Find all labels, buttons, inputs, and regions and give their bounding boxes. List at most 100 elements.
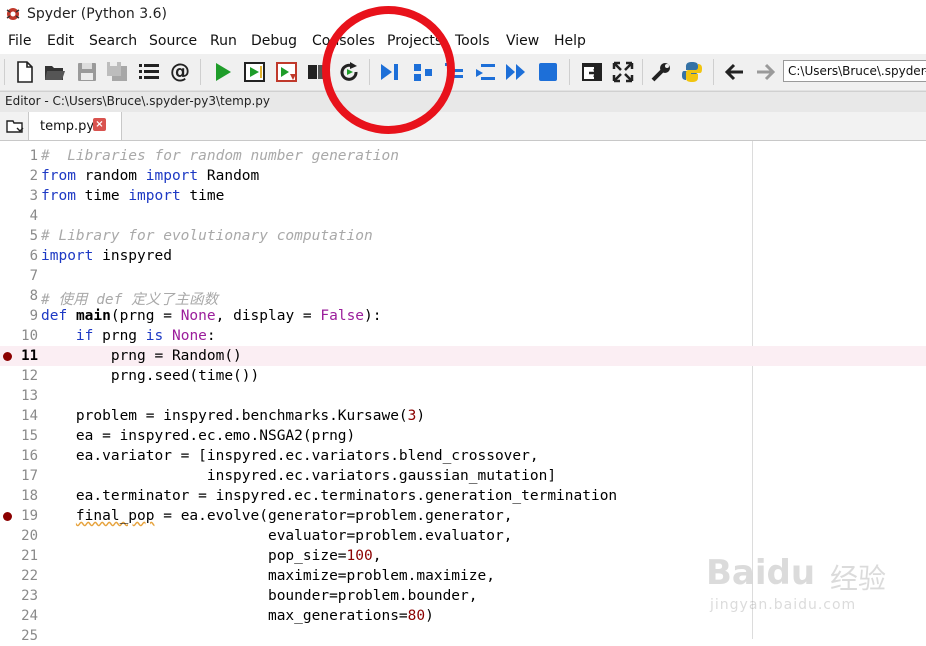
code-text[interactable]: ea.variator = [inspyred.ec.variators.ble…: [41, 448, 539, 464]
line-number: 20: [21, 528, 38, 544]
code-text[interactable]: # Libraries for random number generation: [41, 148, 399, 164]
code-line[interactable]: 7: [0, 266, 926, 286]
step-return-icon[interactable]: [473, 60, 497, 84]
code-text[interactable]: max_generations=80): [41, 608, 434, 624]
line-number: 13: [21, 388, 38, 404]
list-icon[interactable]: [137, 60, 161, 84]
code-line[interactable]: 2 from random import Random: [0, 166, 926, 186]
menu-edit[interactable]: Edit: [47, 33, 74, 49]
code-text[interactable]: pop_size=100,: [41, 548, 382, 564]
menu-tools[interactable]: Tools: [455, 33, 490, 49]
menu-run[interactable]: Run: [210, 33, 237, 49]
re-run-icon[interactable]: [337, 60, 361, 84]
run-selection-icon[interactable]: [305, 60, 329, 84]
code-line[interactable]: 4: [0, 206, 926, 226]
run-cell-icon[interactable]: [243, 60, 267, 84]
code-line[interactable]: 18 ea.terminator = inspyred.ec.terminato…: [0, 486, 926, 506]
menu-projects[interactable]: Projects: [387, 33, 442, 49]
code-text[interactable]: ea = inspyred.ec.emo.NSGA2(prng): [41, 428, 355, 444]
code-line[interactable]: 20 evaluator=problem.evaluator,: [0, 526, 926, 546]
code-text[interactable]: from time import time: [41, 188, 224, 204]
line-number: 3: [29, 188, 38, 204]
menu-consoles[interactable]: Consoles: [312, 33, 375, 49]
code-line[interactable]: 19 final_pop = ea.evolve(generator=probl…: [0, 506, 926, 526]
baidu-watermark: Baidu 经验 jingyan.baidu.com: [706, 553, 916, 623]
menu-help[interactable]: Help: [554, 33, 586, 49]
code-line[interactable]: 5 # Library for evolutionary computation: [0, 226, 926, 246]
line-number: 5: [29, 228, 38, 244]
code-text[interactable]: import inspyred: [41, 248, 172, 264]
toolbar-separator: [369, 59, 370, 85]
working-directory-field[interactable]: C:\Users\Bruce\.spyder-py3: [783, 60, 926, 82]
save-file-icon[interactable]: [75, 60, 99, 84]
at-icon[interactable]: @: [168, 60, 192, 84]
preferences-icon[interactable]: [649, 60, 673, 84]
line-number: 11: [21, 348, 38, 364]
code-line[interactable]: 16 ea.variator = [inspyred.ec.variators.…: [0, 446, 926, 466]
code-text[interactable]: inspyred.ec.variators.gaussian_mutation]: [41, 468, 556, 484]
forward-icon[interactable]: [753, 60, 777, 84]
code-line[interactable]: 25: [0, 626, 926, 646]
maximize-pane-icon[interactable]: [580, 60, 604, 84]
code-text[interactable]: prng = Random(): [41, 348, 242, 364]
line-number: 18: [21, 488, 38, 504]
code-text[interactable]: problem = inspyred.benchmarks.Kursawe(3): [41, 408, 425, 424]
line-number: 12: [21, 368, 38, 384]
line-number: 6: [29, 248, 38, 264]
watermark-brand-cn: 经验: [830, 562, 887, 595]
code-text[interactable]: # Library for evolutionary computation: [41, 228, 373, 244]
step-icon[interactable]: [411, 60, 435, 84]
code-text[interactable]: def main(prng = None, display = False):: [41, 308, 382, 324]
code-text[interactable]: bounder=problem.bounder,: [41, 588, 478, 604]
code-text[interactable]: evaluator=problem.evaluator,: [41, 528, 512, 544]
editor-pane-header: Editor - C:\Users\Bruce\.spyder-py3\temp…: [0, 91, 926, 113]
line-number: 16: [21, 448, 38, 464]
code-text[interactable]: from random import Random: [41, 168, 259, 184]
code-text[interactable]: ea.terminator = inspyred.ec.terminators.…: [41, 488, 617, 504]
code-line[interactable]: 3 from time import time: [0, 186, 926, 206]
tab-temp-py[interactable]: temp.py ×: [28, 112, 122, 140]
back-icon[interactable]: [723, 60, 747, 84]
window-title: Spyder (Python 3.6): [27, 6, 167, 22]
fullscreen-icon[interactable]: [611, 60, 635, 84]
svg-text:@: @: [170, 60, 190, 83]
new-file-icon[interactable]: [13, 60, 37, 84]
debug-icon[interactable]: [378, 60, 402, 84]
python-path-icon[interactable]: [680, 60, 704, 84]
code-text[interactable]: maximize=problem.maximize,: [41, 568, 495, 584]
continue-icon[interactable]: [504, 60, 528, 84]
browse-tabs-icon[interactable]: [6, 118, 24, 134]
code-line[interactable]: 14 problem = inspyred.benchmarks.Kursawe…: [0, 406, 926, 426]
code-line[interactable]: 8 # 使用 def 定义了主函数: [0, 286, 926, 308]
code-text[interactable]: prng.seed(time()): [41, 368, 259, 384]
line-number: 8: [29, 288, 38, 304]
line-number: 22: [21, 568, 38, 584]
save-all-icon[interactable]: [105, 60, 129, 84]
menu-bar: File Edit Search Source Run Debug Consol…: [0, 30, 926, 54]
open-file-icon[interactable]: [43, 60, 67, 84]
close-tab-icon[interactable]: ×: [93, 118, 106, 131]
step-into-icon[interactable]: [442, 60, 466, 84]
line-number: 23: [21, 588, 38, 604]
code-text[interactable]: if prng is None:: [41, 328, 216, 344]
run-icon[interactable]: [211, 60, 235, 84]
code-line[interactable]: 10 if prng is None:: [0, 326, 926, 346]
code-line[interactable]: 17 inspyred.ec.variators.gaussian_mutati…: [0, 466, 926, 486]
code-line[interactable]: 1 # Libraries for random number generatio…: [0, 146, 926, 166]
code-line[interactable]: 11 prng = Random(): [0, 346, 926, 366]
menu-search[interactable]: Search: [89, 33, 137, 49]
menu-view[interactable]: View: [506, 33, 539, 49]
stop-debug-icon[interactable]: [536, 60, 560, 84]
line-number: 10: [21, 328, 38, 344]
run-cell-advance-icon[interactable]: [275, 60, 299, 84]
code-line[interactable]: 6 import inspyred: [0, 246, 926, 266]
code-line[interactable]: 12 prng.seed(time()): [0, 366, 926, 386]
menu-file[interactable]: File: [8, 33, 31, 49]
menu-debug[interactable]: Debug: [251, 33, 297, 49]
code-line[interactable]: 9 def main(prng = None, display = False):: [0, 306, 926, 326]
code-text[interactable]: final_pop = ea.evolve(generator=problem.…: [41, 508, 513, 524]
code-line[interactable]: 13: [0, 386, 926, 406]
menu-source[interactable]: Source: [149, 33, 197, 49]
code-line[interactable]: 15 ea = inspyred.ec.emo.NSGA2(prng): [0, 426, 926, 446]
editor-tab-bar: temp.py ×: [0, 112, 926, 141]
